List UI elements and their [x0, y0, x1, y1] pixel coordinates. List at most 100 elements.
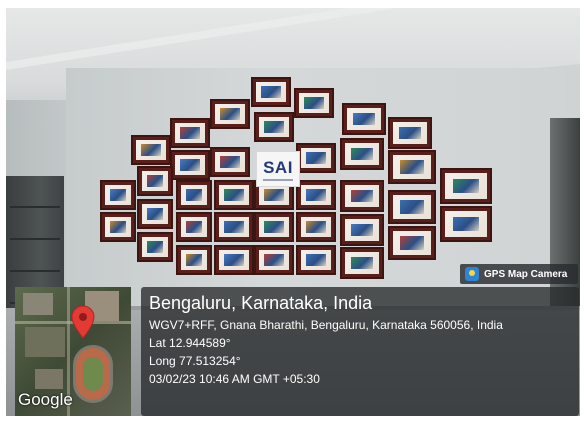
athlete-photo — [351, 256, 373, 270]
location-pin-icon — [71, 305, 95, 339]
photo-frame — [388, 117, 432, 149]
photo-frame — [176, 245, 212, 275]
photo-frame-mat — [301, 185, 331, 205]
athlete-photo — [180, 159, 200, 171]
photo-frame — [170, 118, 210, 148]
athlete-photo — [351, 147, 373, 161]
photo-frame — [210, 147, 250, 177]
location-info-panel: Bengaluru, Karnataka, India WGV7+RFF, Gn… — [141, 287, 579, 416]
athlete-photo — [306, 152, 326, 164]
location-address: WGV7+RFF, Gnana Bharathi, Bengaluru, Kar… — [149, 318, 503, 332]
athlete-photo — [399, 200, 425, 214]
photo-frame — [294, 88, 334, 118]
photo-frame — [340, 138, 384, 170]
athlete-photo — [224, 254, 244, 266]
photo-frame — [388, 226, 436, 260]
athlete-photo — [399, 160, 425, 174]
athlete-photo — [220, 156, 240, 168]
athlete-photo — [261, 86, 281, 98]
location-timestamp: 03/02/23 10:46 AM GMT +05:30 — [149, 372, 320, 386]
photo-frame — [176, 180, 212, 210]
photo-frame-mat — [345, 252, 379, 274]
photo-frame-mat — [301, 250, 331, 270]
photo-frame-mat — [393, 122, 427, 144]
athlete-photo — [141, 144, 161, 156]
gps-map-camera-icon — [465, 267, 479, 281]
athlete-photo — [452, 178, 480, 194]
athlete-photo — [146, 175, 164, 187]
athlete-photo — [452, 216, 480, 232]
photo-frame — [340, 180, 384, 212]
photo-frame — [440, 168, 492, 204]
sai-logo-board: SAI — [256, 151, 300, 187]
photo-frame-mat — [299, 93, 329, 113]
athlete-photo — [351, 223, 373, 237]
photo-frame — [251, 77, 291, 107]
athlete-photo — [185, 254, 203, 266]
photo-frame-mat — [175, 155, 205, 175]
photo-frame-mat — [219, 217, 249, 237]
athlete-photo — [109, 189, 127, 201]
athlete-photo — [353, 112, 375, 126]
photo-frame-mat — [105, 185, 131, 205]
photo-frame-mat — [301, 148, 331, 168]
photo-frame-mat — [256, 82, 286, 102]
photo-frame — [254, 212, 294, 242]
athlete-photo — [180, 127, 200, 139]
photo-frame-mat — [181, 217, 207, 237]
map-thumbnail: Google — [15, 287, 131, 416]
photo-frame — [170, 150, 210, 180]
athlete-photo — [185, 221, 203, 233]
photo-frame-mat — [136, 140, 166, 160]
photo-frame — [214, 212, 254, 242]
photo-frame-mat — [259, 217, 289, 237]
photo-frame — [100, 212, 136, 242]
photo-frame-mat — [142, 204, 168, 224]
athlete-photo — [264, 254, 284, 266]
location-title: Bengaluru, Karnataka, India — [149, 293, 373, 313]
photo-frame-mat — [259, 117, 289, 137]
photo-frame-mat — [347, 108, 381, 130]
photo-frame-mat — [259, 250, 289, 270]
athlete-photo — [220, 108, 240, 120]
athlete-photo — [399, 236, 425, 250]
photo-frame-mat — [345, 143, 379, 165]
photo-frame — [254, 245, 294, 275]
athlete-photo — [146, 241, 164, 253]
photo-frame-mat — [393, 155, 431, 179]
sai-logo-underline — [263, 179, 293, 181]
photo-frame-mat — [219, 185, 249, 205]
location-longitude: Long 77.513254° — [149, 354, 241, 368]
photo-frame — [214, 180, 254, 210]
photo-frame — [296, 212, 336, 242]
photo-frame — [137, 166, 173, 196]
athlete-photo — [399, 126, 421, 140]
athlete-photo — [306, 254, 326, 266]
photo-frame-mat — [393, 231, 431, 255]
photo-frame — [137, 199, 173, 229]
photo-frame-mat — [215, 152, 245, 172]
photo-frame — [137, 232, 173, 262]
athlete-photo — [306, 221, 326, 233]
photo-frame-mat — [259, 185, 289, 205]
photo-frame — [214, 245, 254, 275]
photo-frame — [100, 180, 136, 210]
photo-frame-mat — [345, 185, 379, 207]
photo-frame-mat — [142, 171, 168, 191]
photo-frame — [388, 150, 436, 184]
photo-frame-mat — [301, 217, 331, 237]
location-latitude: Lat 12.944589° — [149, 336, 231, 350]
gps-map-camera-badge: GPS Map Camera — [460, 264, 578, 284]
photo-frame-mat — [445, 173, 487, 199]
screenshot-frame: SAI GPS Map Camera Google Bengaluru, Kar… — [0, 0, 584, 424]
photo-frame-mat — [393, 195, 431, 219]
photo-frame — [340, 247, 384, 279]
athlete-photo — [224, 189, 244, 201]
google-logo: Google — [18, 390, 73, 409]
photo-frame-mat — [175, 123, 205, 143]
athlete-photo — [224, 221, 244, 233]
photo-frame-mat — [181, 250, 207, 270]
photo-frame-mat — [215, 104, 245, 124]
photo-frame — [176, 212, 212, 242]
athlete-photo — [264, 189, 284, 201]
